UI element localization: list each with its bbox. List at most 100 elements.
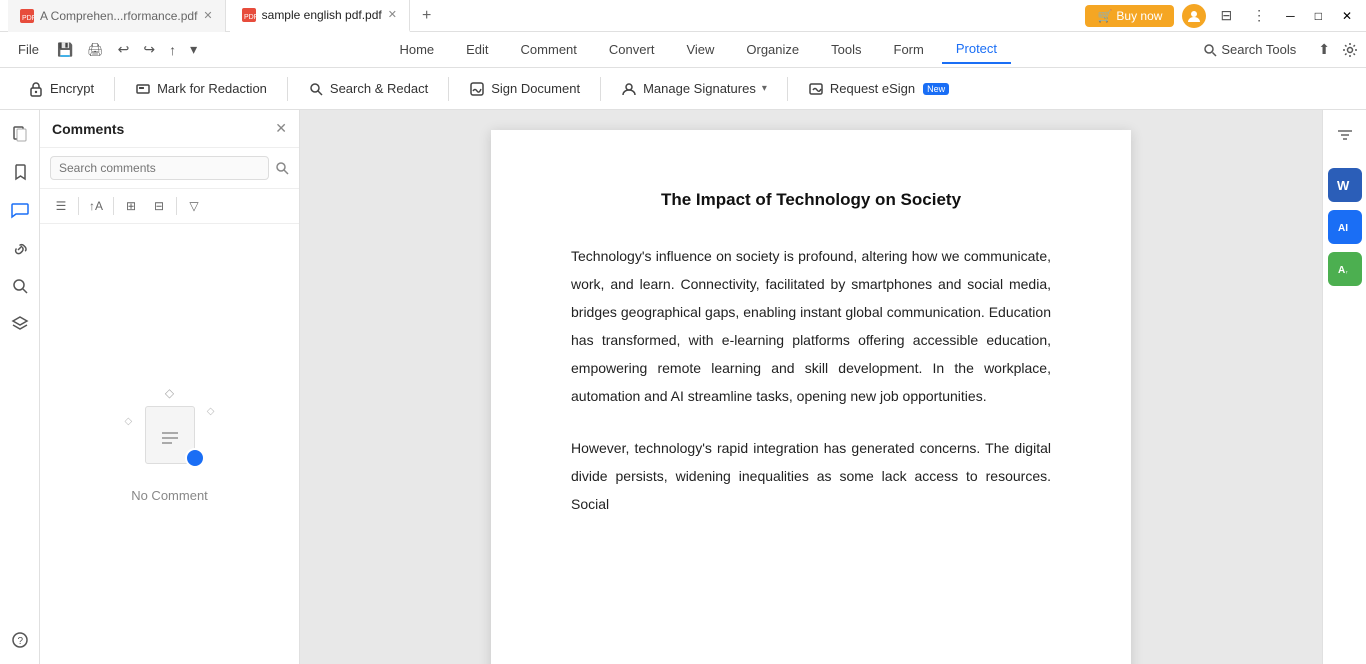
tab-comprehend[interactable]: PDF A Comprehen...rformance.pdf ✕: [8, 0, 226, 32]
tab-close[interactable]: ✕: [203, 9, 212, 22]
document-paragraph-1: Technology's influence on society is pro…: [571, 242, 1051, 410]
comments-expand-all[interactable]: ⊞: [118, 193, 144, 219]
user-avatar[interactable]: [1182, 4, 1206, 28]
sidebar-comments-icon[interactable]: [4, 194, 36, 226]
svg-text:W: W: [1337, 178, 1350, 193]
signature-icon: [621, 81, 637, 97]
nav-comment[interactable]: Comment: [507, 36, 591, 64]
nav-convert[interactable]: Convert: [595, 36, 669, 64]
document-paragraph-2: However, technology's rapid integration …: [571, 434, 1051, 518]
nav-organize[interactable]: Organize: [732, 36, 813, 64]
comments-search-bar: [40, 148, 299, 189]
tab-close-2[interactable]: ✕: [388, 8, 397, 21]
layout-icon[interactable]: ⊟: [1214, 4, 1238, 27]
redact-icon: [135, 81, 151, 97]
sidebar-bookmark-icon[interactable]: [4, 156, 36, 188]
document-page: The Impact of Technology on Society Tech…: [491, 130, 1131, 664]
toolbar-divider-4: [600, 77, 601, 101]
no-comment-text: No Comment: [131, 488, 208, 503]
title-bar: PDF A Comprehen...rformance.pdf ✕ PDF sa…: [0, 0, 1366, 32]
mark-redaction-button[interactable]: Mark for Redaction: [123, 76, 279, 102]
sidebar-layers-icon[interactable]: [4, 308, 36, 340]
document-title: The Impact of Technology on Society: [571, 190, 1051, 210]
comments-search-icon[interactable]: [275, 161, 289, 175]
encrypt-button[interactable]: Encrypt: [16, 76, 106, 102]
share-icon[interactable]: ↑: [163, 39, 182, 61]
comments-close-button[interactable]: ✕: [275, 120, 287, 137]
nav-edit[interactable]: Edit: [452, 36, 502, 64]
comments-filter[interactable]: ▽: [181, 193, 207, 219]
sign-document-button[interactable]: Sign Document: [457, 76, 592, 102]
dropdown-icon[interactable]: ▾: [184, 38, 203, 61]
sidebar-help-icon[interactable]: ?: [4, 624, 36, 656]
right-ai-blue-icon[interactable]: AI: [1328, 210, 1362, 244]
left-sidebar-icons: ?: [0, 110, 40, 664]
more-icon[interactable]: ⋮: [1246, 4, 1272, 27]
search-redact-button[interactable]: Search & Redact: [296, 76, 440, 102]
right-ai-green-icon[interactable]: Aᵣ: [1328, 252, 1362, 286]
pdf-icon-2: PDF: [242, 8, 256, 22]
nav-protect[interactable]: Protect: [942, 36, 1011, 64]
search-tools-button[interactable]: Search Tools: [1193, 38, 1306, 61]
title-bar-right: 🛒 Buy now ⊟ ⋮ ─ □ ✕: [1085, 4, 1358, 28]
minimize-button[interactable]: ─: [1280, 7, 1301, 25]
tab-label-2: sample english pdf.pdf: [262, 8, 382, 22]
menu-file[interactable]: File: [8, 36, 49, 64]
close-button[interactable]: ✕: [1336, 7, 1358, 25]
settings-icon[interactable]: [1342, 42, 1358, 58]
upload-icon[interactable]: ⬆: [1312, 38, 1336, 61]
comments-sort-asc[interactable]: ↑A: [83, 193, 109, 219]
tab-sample[interactable]: PDF sample english pdf.pdf ✕: [230, 0, 410, 32]
svg-text:PDF: PDF: [22, 15, 34, 22]
toolbar-divider-1: [114, 77, 115, 101]
toolbar-div: [78, 197, 79, 215]
new-tab-button[interactable]: +: [414, 7, 439, 25]
manage-signatures-button[interactable]: Manage Signatures ▾: [609, 76, 779, 102]
tab-label: A Comprehen...rformance.pdf: [40, 9, 197, 23]
nav-bar: Home Edit Comment Convert View Organize …: [203, 36, 1193, 64]
no-comment-illustration: ◇ ◇ ◇: [125, 386, 215, 476]
search-redact-icon: [308, 81, 324, 97]
manage-sig-arrow: ▾: [762, 83, 767, 94]
avatar-icon: [1187, 9, 1201, 23]
comments-title: Comments: [52, 121, 124, 137]
nav-view[interactable]: View: [672, 36, 728, 64]
svg-text:A: A: [1338, 265, 1345, 276]
protect-toolbar: Encrypt Mark for Redaction Search & Reda…: [0, 68, 1366, 110]
esign-icon: [808, 81, 824, 97]
new-badge: New: [923, 83, 949, 95]
comments-collapse-all[interactable]: ⊟: [146, 193, 172, 219]
undo-icon[interactable]: ↩: [112, 38, 136, 61]
nav-tools[interactable]: Tools: [817, 36, 875, 64]
svg-text:AI: AI: [1338, 223, 1348, 234]
sidebar-links-icon[interactable]: [4, 232, 36, 264]
save-icon[interactable]: 💾: [51, 39, 79, 61]
comments-header: Comments ✕: [40, 110, 299, 148]
sidebar-pages-icon[interactable]: [4, 118, 36, 150]
comments-list-view[interactable]: ☰: [48, 193, 74, 219]
print-icon[interactable]: 🖨: [81, 39, 110, 61]
request-esign-button[interactable]: Request eSign New: [796, 76, 961, 102]
right-sidebar: W AI Aᵣ: [1322, 110, 1366, 664]
svg-text:?: ?: [17, 636, 23, 647]
right-word-icon[interactable]: W: [1328, 168, 1362, 202]
menu-left: File 💾 🖨 ↩ ↪ ↑ ▾: [8, 36, 203, 64]
nav-home[interactable]: Home: [385, 36, 448, 64]
svg-text:ᵣ: ᵣ: [1346, 268, 1348, 275]
right-settings-icon[interactable]: [1328, 118, 1362, 152]
comments-search-input[interactable]: [50, 156, 269, 180]
nav-form[interactable]: Form: [880, 36, 938, 64]
document-area[interactable]: The Impact of Technology on Society Tech…: [300, 110, 1322, 664]
svg-text:PDF: PDF: [244, 14, 256, 21]
search-tools-icon: [1203, 43, 1217, 57]
comments-toolbar: ☰ ↑A ⊞ ⊟ ▽: [40, 189, 299, 224]
toolbar-div-3: [176, 197, 177, 215]
sidebar-search-icon[interactable]: [4, 270, 36, 302]
redo-icon[interactable]: ↪: [137, 38, 161, 61]
sign-icon: [469, 81, 485, 97]
comments-empty-state: ◇ ◇ ◇ No Comment: [40, 224, 299, 664]
pdf-icon: PDF: [20, 9, 34, 23]
comments-panel: Comments ✕ ☰ ↑A ⊞ ⊟ ▽ ◇ ◇ ◇: [40, 110, 300, 664]
maximize-button[interactable]: □: [1309, 7, 1328, 25]
buy-now-button[interactable]: 🛒 Buy now: [1085, 5, 1174, 27]
